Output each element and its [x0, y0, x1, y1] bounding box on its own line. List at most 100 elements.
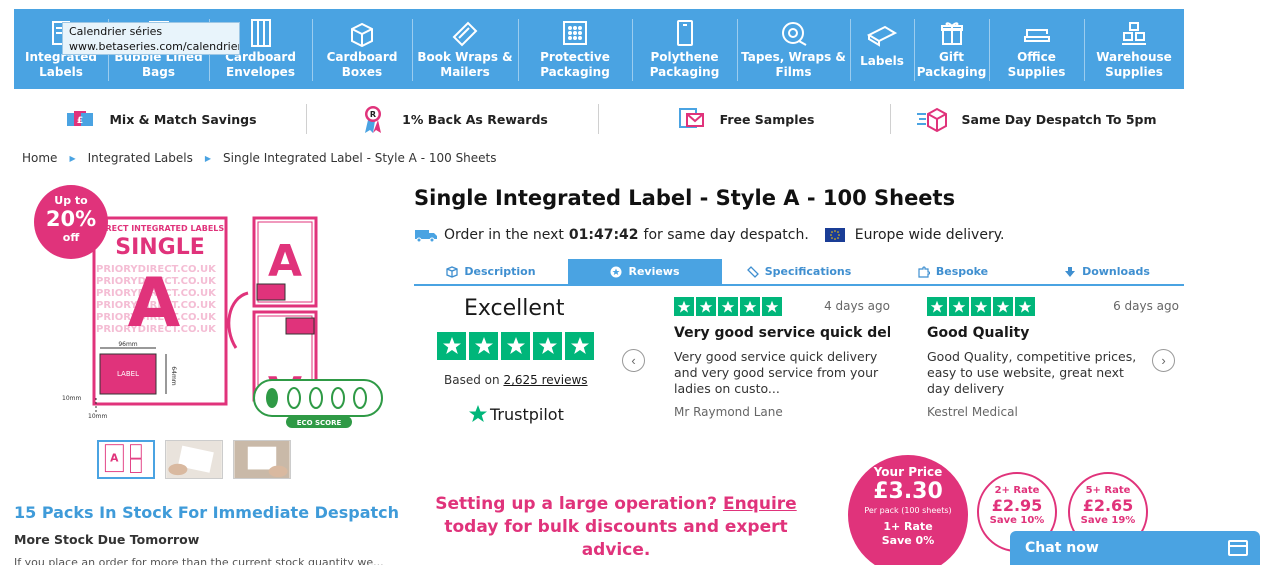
nav-item-protective-packaging[interactable]: Protective Packaging [518, 9, 632, 89]
review-author: Mr Raymond Lane [674, 405, 783, 419]
book-wrap-icon [450, 19, 480, 47]
nav-item-polythene-packaging[interactable]: Polythene Packaging [632, 9, 737, 89]
bulk-suffix: today for bulk discounts and expert advi… [444, 517, 788, 560]
breadcrumb-home[interactable]: Home [22, 151, 57, 165]
nav-label-line1: Book Wraps & [417, 50, 513, 64]
tab-description[interactable]: Description [414, 259, 568, 284]
enquire-link[interactable]: Enquire [723, 494, 797, 514]
image-dim-height: 64mm [170, 366, 177, 385]
nav-label-line1: Protective [540, 50, 610, 64]
nav-item-labels[interactable]: Labels [850, 9, 914, 89]
thumbnail-2[interactable] [165, 440, 223, 479]
stock-note: If you place an order for more than the … [14, 556, 384, 565]
tab-bespoke[interactable]: Bespoke [876, 259, 1030, 284]
usp-bar: £ Mix & Match Savings R 1% Back As Rewar… [14, 100, 1184, 138]
star-icon [674, 297, 694, 316]
nav-item-tapes-wraps-films[interactable]: Tapes, Wraps & Films [737, 9, 850, 89]
tab-downloads[interactable]: Downloads [1030, 259, 1184, 284]
thumbnail-strip: A [97, 440, 291, 479]
thumbnail-1[interactable]: A [97, 440, 155, 479]
price-rate: 1+ Rate [883, 520, 933, 533]
nav-label-line2: Labels [39, 65, 83, 79]
review-body: Very good service quick delivery and ver… [674, 349, 879, 396]
eu-flag-icon [824, 228, 845, 242]
price-your-price[interactable]: Your Price £3.30 Per pack (100 sheets) 1… [848, 455, 968, 565]
nav-item-office-supplies[interactable]: Office Supplies [989, 9, 1084, 89]
stock-due: More Stock Due Tomorrow [14, 532, 200, 547]
warehouse-icon [1119, 19, 1149, 47]
tab-label: Downloads [1082, 265, 1150, 278]
order-suffix: for same day despatch. [643, 227, 809, 243]
breadcrumb-current: Single Integrated Label - Style A - 100 … [223, 151, 497, 165]
trustpilot-rating-text: Excellent [464, 296, 565, 321]
download-icon [1064, 266, 1076, 278]
tier-amount: £2.95 [991, 496, 1043, 515]
europe-delivery: Europe wide delivery. [854, 227, 1005, 243]
tab-specifications[interactable]: Specifications [722, 259, 876, 284]
star-icon [696, 297, 716, 316]
nav-label-line2: Packaging [540, 65, 610, 79]
review-card[interactable]: 6 days ago Good Quality Good Quality, co… [927, 297, 1179, 419]
review-card[interactable]: 4 days ago Very good service quick deliv… [674, 297, 890, 419]
stock-status: 15 Packs In Stock For Immediate Despatch [14, 503, 400, 522]
tab-label: Specifications [764, 265, 852, 278]
polythene-bag-icon [670, 19, 700, 47]
breadcrumb-category[interactable]: Integrated Labels [88, 151, 193, 165]
nav-item-cardboard-boxes[interactable]: Cardboard Boxes [312, 9, 412, 89]
trustpilot-star-icon [469, 405, 487, 422]
reviews-prev-button[interactable]: ‹ [622, 349, 645, 372]
star-icon [927, 297, 947, 316]
thumbnail-3[interactable] [233, 440, 291, 479]
star-icon [971, 297, 991, 316]
star-icon [565, 332, 594, 360]
nav-label-line2: Packaging [649, 65, 720, 79]
review-title: Very good service quick delive... [674, 325, 890, 341]
countdown-timer: 01:47:42 [568, 227, 639, 243]
review-stars [927, 297, 1143, 316]
usp-label: Mix & Match Savings [109, 111, 257, 127]
review-count-link[interactable]: 2,625 reviews [503, 373, 587, 387]
tab-label: Description [464, 265, 536, 278]
despatch-box-icon [915, 104, 949, 134]
review-author: Kestrel Medical [927, 405, 1018, 419]
usp-rewards[interactable]: R 1% Back As Rewards [306, 100, 598, 138]
star-icon [469, 332, 498, 360]
reviews-next-button[interactable]: › [1152, 349, 1175, 372]
nav-label-line1: Polythene [650, 50, 719, 64]
tier-save: Save 10% [989, 515, 1045, 526]
svg-text:R: R [370, 110, 376, 119]
label-roll-icon [866, 19, 898, 47]
order-prefix: Order in the next [444, 227, 564, 243]
usp-same-day[interactable]: Same Day Despatch To 5pm [890, 100, 1182, 138]
browser-tooltip: Calendrier séries www.betaseries.com/cal… [62, 22, 240, 55]
review-title: Good Quality [927, 325, 1030, 341]
star-icon [1015, 297, 1035, 316]
nav-item-gift-packaging[interactable]: Gift Packaging [914, 9, 989, 89]
tooltip-title: Calendrier séries [69, 25, 163, 38]
nav-label-line2: Envelopes [226, 65, 295, 79]
stapler-icon [1022, 19, 1052, 47]
image-letter: A [128, 264, 181, 343]
nav-item-warehouse-supplies[interactable]: Warehouse Supplies [1084, 9, 1184, 89]
tier-rate: 2+ Rate [994, 485, 1040, 496]
nav-label-line1: Labels [860, 54, 904, 68]
nav-label-line1: Warehouse [1096, 50, 1172, 64]
usp-label: Same Day Despatch To 5pm [961, 111, 1157, 127]
nav-label-line1: Office [1017, 50, 1056, 64]
ruler-icon [746, 265, 759, 278]
promo-line3: off [62, 231, 80, 244]
tier-save: Save 19% [1080, 515, 1136, 526]
nav-label-line1: Gift [939, 50, 964, 64]
nav-item-book-wraps-mailers[interactable]: Book Wraps & Mailers [412, 9, 518, 89]
chat-now-button[interactable]: Chat now [1010, 531, 1260, 565]
trustpilot-logo[interactable]: Trustpilot [468, 404, 564, 424]
bulk-prefix: Setting up a large operation? [435, 494, 718, 514]
usp-mix-match[interactable]: £ Mix & Match Savings [14, 100, 306, 138]
chevron-left-icon: ‹ [631, 352, 636, 368]
trustpilot-stars [437, 332, 594, 360]
usp-free-samples[interactable]: Free Samples [598, 100, 890, 138]
star-icon [437, 332, 466, 360]
tab-reviews[interactable]: Reviews [568, 259, 722, 284]
bulk-enquiry-banner: Setting up a large operation? Enquire to… [414, 493, 818, 562]
star-icon [718, 297, 738, 316]
